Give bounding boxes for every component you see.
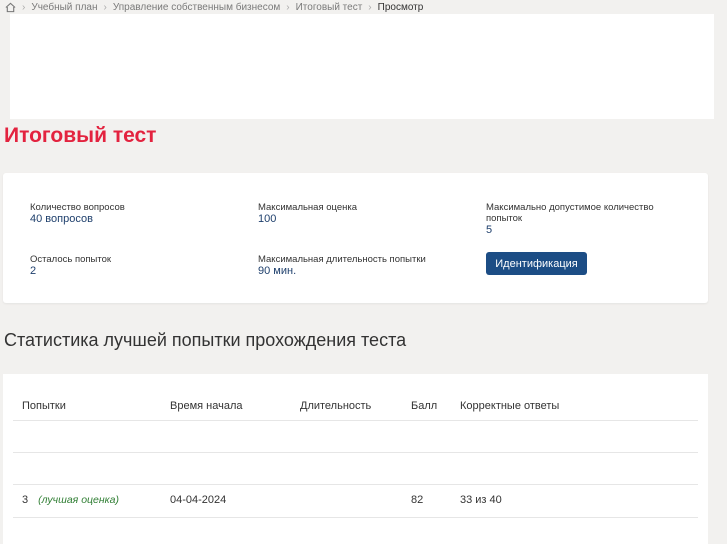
cell-score: 82	[411, 494, 424, 506]
column-header-start: Время начала	[170, 400, 243, 412]
attempts-left: Осталось попыток 2	[30, 254, 245, 278]
column-header-correct: Корректные ответы	[460, 400, 560, 412]
breadcrumb-item-current: Просмотр	[377, 1, 424, 13]
banner-area	[10, 14, 714, 119]
attempts-left-label: Осталось попыток	[30, 254, 112, 265]
max-score: Максимальная оценка 100	[258, 202, 473, 226]
questions-count: Количество вопросов 40 вопросов	[30, 202, 245, 226]
max-attempts: Максимально допустимое количество попыто…	[486, 202, 686, 237]
max-duration-value: 90 мин.	[258, 265, 297, 277]
chevron-right-icon: ›	[368, 1, 372, 13]
test-info-card: Количество вопросов 40 вопросов Максимал…	[3, 173, 708, 303]
table-row-best: 3 (лучшая оценка) 04-04-2024 82 33 из 40	[13, 485, 698, 518]
chevron-right-icon: ›	[103, 1, 107, 13]
chevron-right-icon: ›	[22, 1, 26, 13]
max-duration: Максимальная длительность попытки 90 мин…	[258, 254, 473, 278]
column-header-score: Балл	[411, 400, 438, 412]
questions-value: 40 вопросов	[30, 213, 93, 225]
cell-attempt: 3 (лучшая оценка)	[22, 494, 119, 506]
table-row-empty	[13, 420, 698, 453]
max-duration-label: Максимальная длительность попытки	[258, 254, 426, 265]
questions-label: Количество вопросов	[30, 202, 125, 213]
cell-start-time: 04-04-2024	[170, 494, 227, 506]
max-score-value: 100	[258, 213, 277, 225]
max-attempts-label: Максимально допустимое количество попыто…	[486, 202, 654, 224]
home-icon[interactable]	[5, 2, 16, 13]
max-score-label: Максимальная оценка	[258, 202, 358, 213]
column-header-duration: Длительность	[300, 400, 372, 412]
stats-section-title: Статистика лучшей попытки прохождения те…	[4, 330, 407, 350]
page-title: Итоговый тест	[4, 124, 157, 147]
column-header-attempts: Попытки	[22, 400, 66, 412]
max-attempts-value: 5	[486, 224, 493, 236]
cell-correct: 33 из 40	[460, 494, 502, 506]
breadcrumb-item-course[interactable]: Управление собственным бизнесом	[113, 2, 280, 13]
breadcrumb-item-test[interactable]: Итоговый тест	[296, 2, 363, 13]
table-row-empty	[13, 453, 698, 485]
chevron-right-icon: ›	[286, 1, 290, 13]
stats-table: Попытки Время начала Длительность Балл К…	[3, 374, 708, 544]
best-score-note: (лучшая оценка)	[38, 494, 119, 506]
breadcrumb-item-plan[interactable]: Учебный план	[31, 2, 97, 13]
table-header-row: Попытки Время начала Длительность Балл К…	[13, 374, 698, 421]
attempts-left-value: 2	[30, 265, 37, 277]
attempt-number: 3	[22, 494, 29, 506]
breadcrumb: › Учебный план › Управление собственным …	[5, 0, 423, 14]
identification-button[interactable]: Идентификация	[486, 252, 587, 275]
